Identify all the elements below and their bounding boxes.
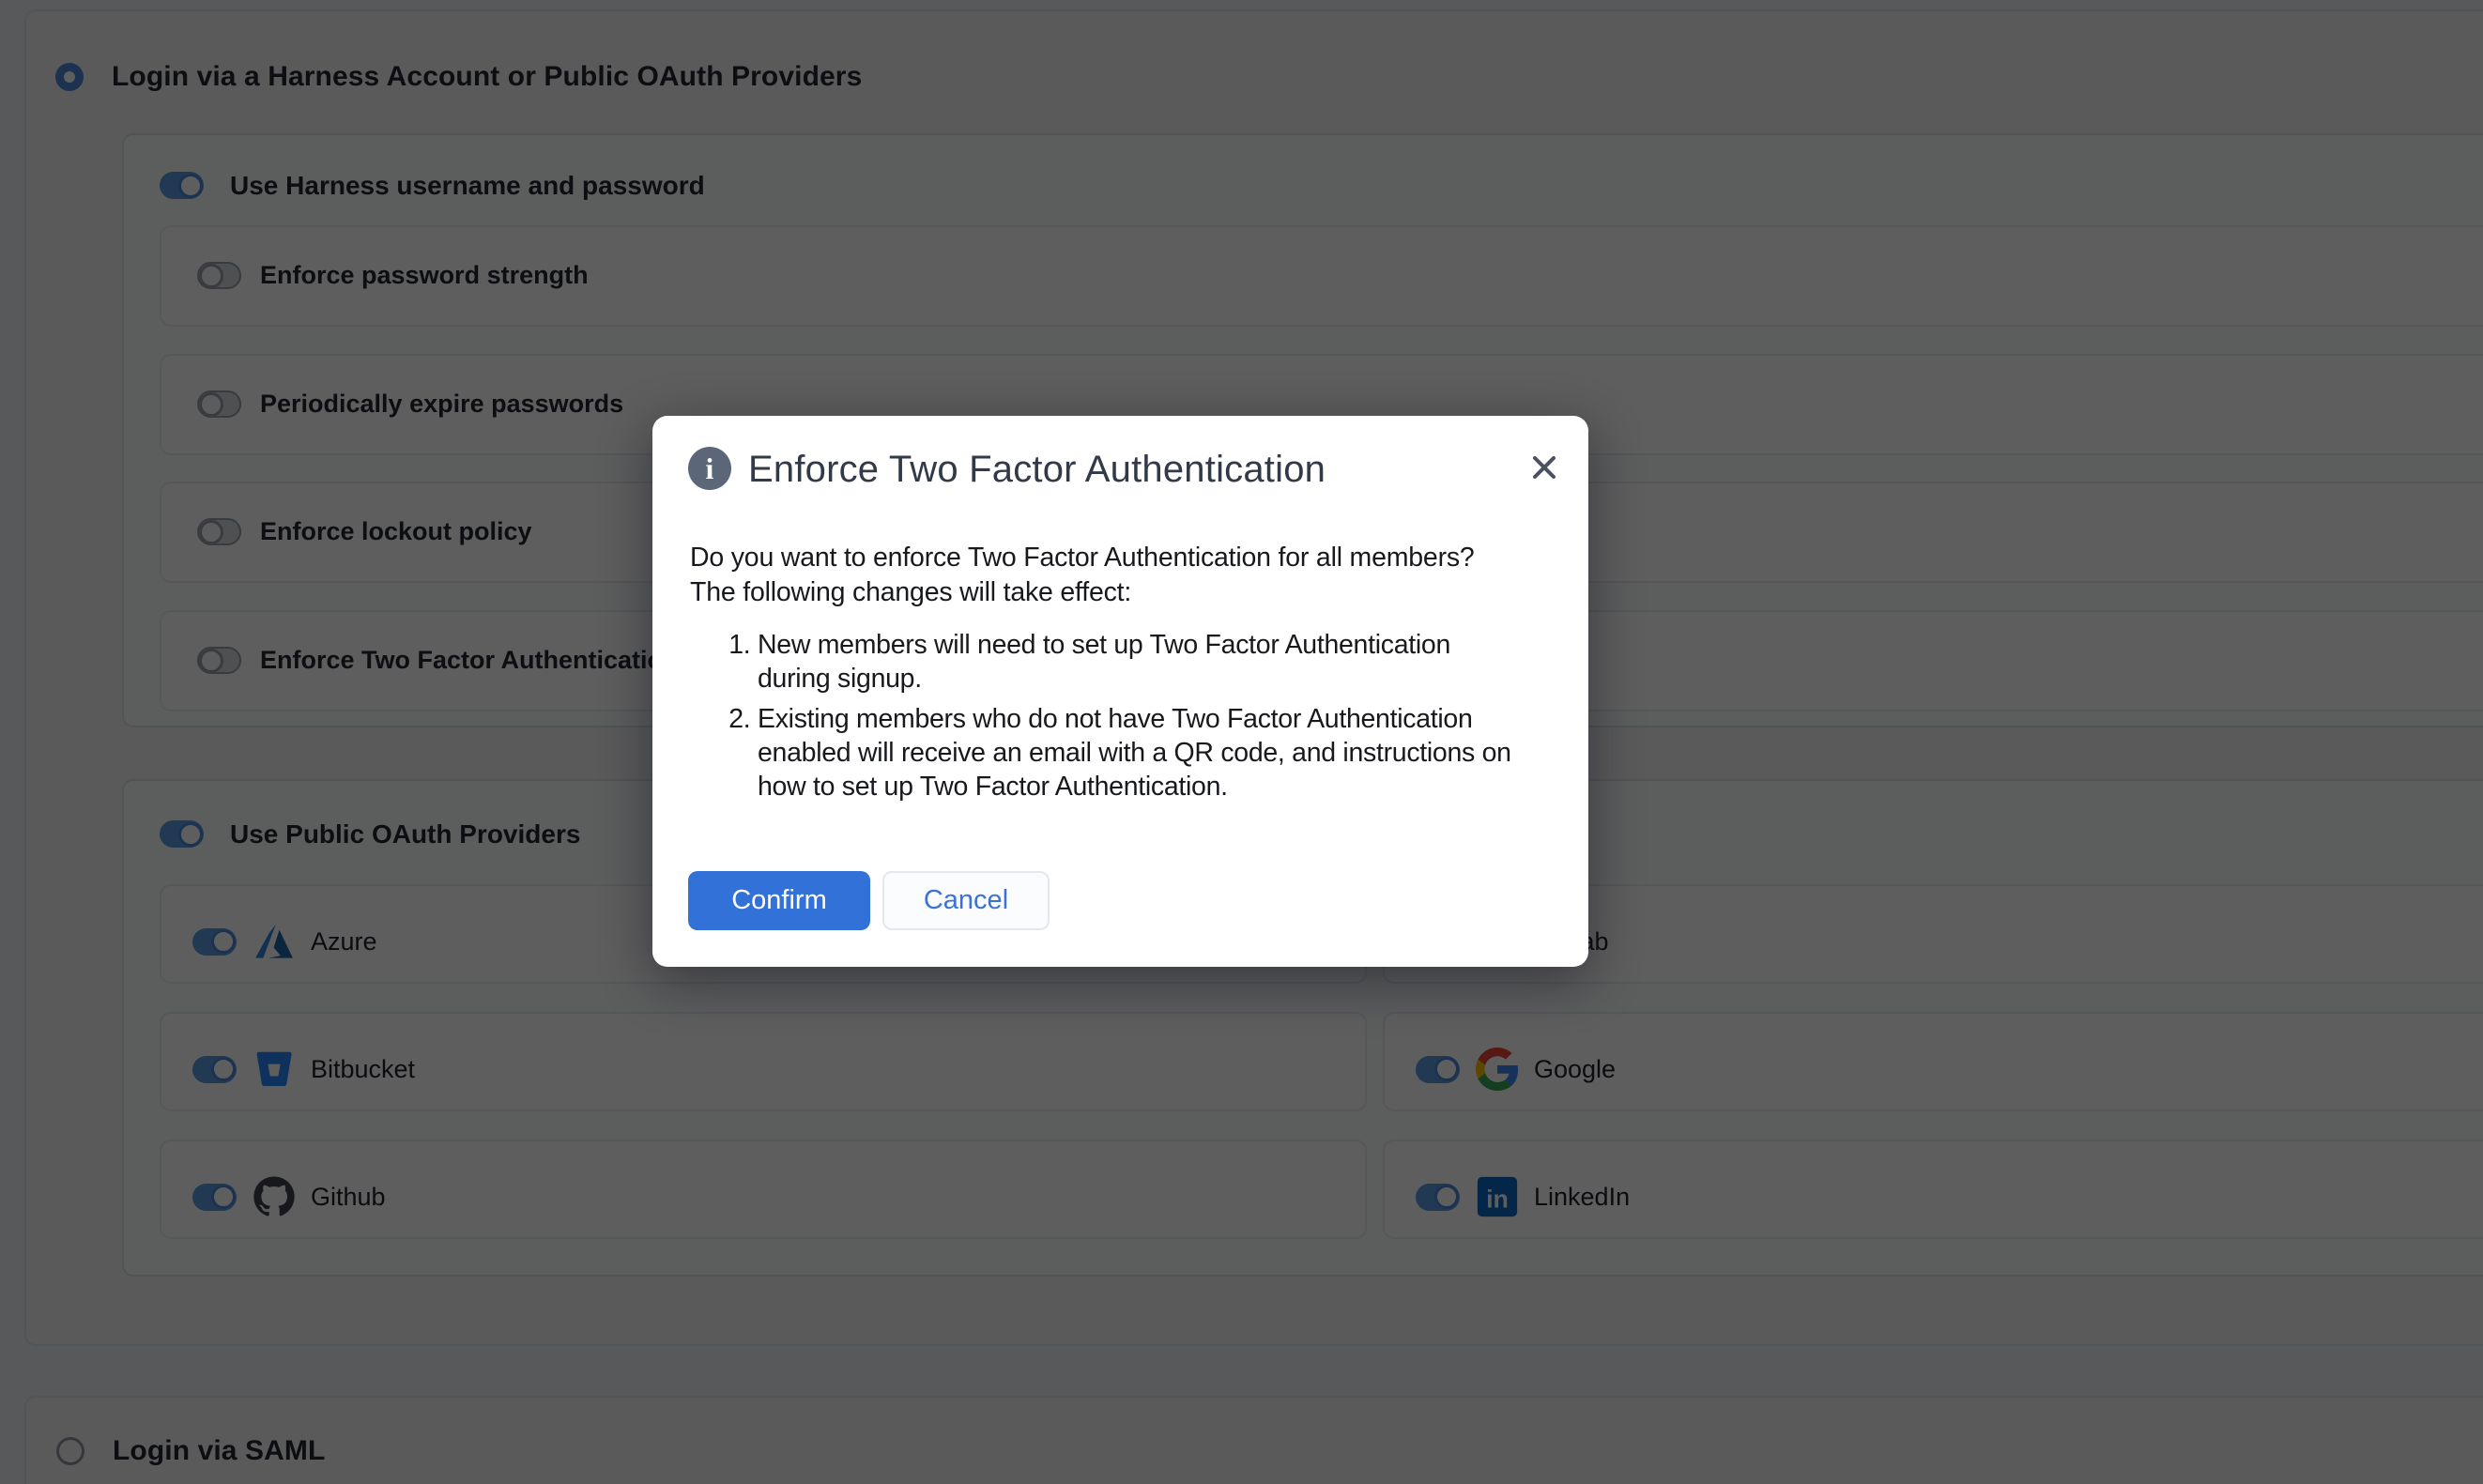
linkedin-icon: in	[1476, 1175, 1519, 1218]
provider-github: Github	[192, 1175, 386, 1218]
toggle-row-periodically-expire-passwords: Periodically expire passwords	[197, 390, 623, 418]
section-login-saml	[24, 1396, 2483, 1484]
row-label: Periodically expire passwords	[260, 390, 623, 419]
provider-label: Bitbucket	[311, 1055, 415, 1084]
toggle-row-enforce-password-strength: Enforce password strength	[197, 262, 589, 289]
toggle-knob	[199, 520, 223, 544]
toggle-github[interactable]	[192, 1184, 237, 1211]
toggle-row-enforce-two-factor-authentication: Enforce Two Factor Authentication	[197, 647, 679, 674]
toggle-label-username-password: Use Harness username and password	[230, 171, 705, 201]
row-label: Enforce password strength	[260, 261, 589, 290]
dialog-title: Enforce Two Factor Authentication	[748, 449, 1326, 491]
toggle-row-enforce-lockout-policy: Enforce lockout policy	[197, 518, 532, 545]
svg-text:in: in	[1486, 1186, 1509, 1214]
provider-label: LinkedIn	[1534, 1183, 1630, 1212]
toggle-knob	[211, 1057, 236, 1081]
github-icon	[253, 1175, 296, 1218]
provider-azure: Azure	[192, 920, 377, 963]
bitbucket-icon	[253, 1048, 296, 1091]
enforce-two-factor-dialog: i Enforce Two Factor Authentication Do y…	[652, 416, 1588, 967]
list-item: New members will need to set up Two Fact…	[758, 628, 1513, 696]
radio-row-harness-oauth: Login via a Harness Account or Public OA…	[55, 63, 862, 91]
info-icon: i	[688, 447, 731, 490]
radio-label-harness-oauth: Login via a Harness Account or Public OA…	[112, 61, 862, 93]
provider-label: Azure	[311, 927, 377, 956]
close-icon[interactable]	[1527, 451, 1561, 484]
screen: Login via a Harness Account or Public OA…	[0, 0, 2483, 1484]
list-item: Existing members who do not have Two Fac…	[758, 702, 1513, 803]
provider-label: Google	[1534, 1055, 1616, 1084]
toggle-knob	[178, 822, 203, 847]
toggle-username-password[interactable]	[160, 172, 204, 199]
radio-label-saml: Login via SAML	[113, 1435, 325, 1467]
radio-login-saml[interactable]	[56, 1437, 84, 1465]
provider-bitbucket: Bitbucket	[192, 1048, 415, 1091]
toggle-knob	[1434, 1185, 1459, 1209]
provider-label: Github	[311, 1183, 386, 1212]
row-label: Enforce Two Factor Authentication	[260, 646, 679, 675]
radio-row-saml: Login via SAML	[56, 1437, 325, 1465]
toggle-knob	[178, 174, 203, 198]
provider-linkedin: in LinkedIn	[1416, 1175, 1630, 1218]
dialog-body: Do you want to enforce Two Factor Authen…	[690, 541, 1475, 610]
toggle-public-oauth-providers[interactable]	[160, 820, 204, 848]
google-icon	[1476, 1048, 1519, 1091]
toggle-azure[interactable]	[192, 928, 237, 956]
toggle-knob	[211, 929, 236, 954]
radio-login-harness-oauth[interactable]	[55, 63, 84, 91]
toggle-linkedin[interactable]	[1416, 1184, 1460, 1211]
toggle-enforce-password-strength[interactable]	[197, 262, 241, 289]
dialog-change-list: New members will need to set up Two Fact…	[690, 628, 1513, 810]
provider-google: Google	[1416, 1048, 1616, 1091]
toggle-knob	[199, 264, 223, 288]
toggle-periodically-expire-passwords[interactable]	[197, 390, 241, 418]
toggle-enforce-lockout-policy[interactable]	[197, 518, 241, 545]
toggle-google[interactable]	[1416, 1056, 1460, 1083]
dialog-body-line: Do you want to enforce Two Factor Authen…	[690, 541, 1475, 575]
toggle-knob	[211, 1185, 236, 1209]
cancel-button[interactable]: Cancel	[882, 871, 1050, 930]
toggle-bitbucket[interactable]	[192, 1056, 237, 1083]
toggle-enforce-two-factor-authentication[interactable]	[197, 647, 241, 674]
toggle-knob	[199, 649, 223, 673]
azure-icon	[253, 920, 296, 963]
info-glyph: i	[706, 453, 714, 483]
confirm-button[interactable]: Confirm	[688, 871, 870, 930]
toggle-row-username-password: Use Harness username and password	[160, 172, 705, 199]
row-label: Enforce lockout policy	[260, 517, 532, 546]
toggle-row-public-oauth-providers: Use Public OAuth Providers	[160, 820, 580, 848]
dialog-body-line: The following changes will take effect:	[690, 575, 1475, 610]
toggle-knob	[1434, 1057, 1459, 1081]
toggle-label-public-oauth-providers: Use Public OAuth Providers	[230, 819, 580, 849]
toggle-knob	[199, 392, 223, 417]
